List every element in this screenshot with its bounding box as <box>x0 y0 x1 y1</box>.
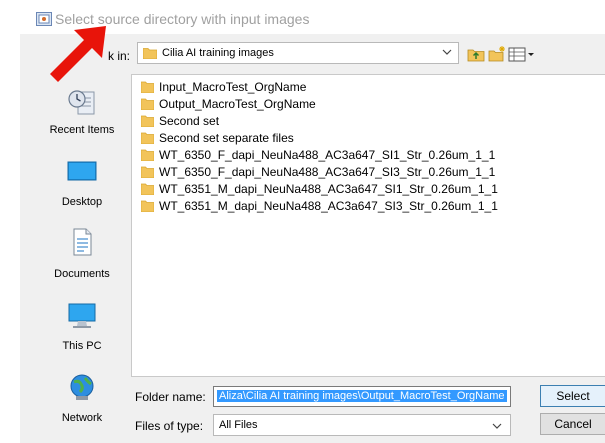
place-label: Recent Items <box>49 124 115 136</box>
documents-icon <box>73 228 92 256</box>
desktop-icon <box>67 161 97 181</box>
folder-name-label: Folder name: <box>135 390 206 404</box>
folder-icon <box>141 98 154 110</box>
new-folder-icon[interactable] <box>488 44 506 64</box>
folder-icon <box>141 115 154 127</box>
red-arrow-annotation <box>50 26 106 82</box>
select-button[interactable]: Select <box>540 385 605 407</box>
chevron-down-icon <box>492 423 502 429</box>
file-name: Second set separate files <box>159 131 294 145</box>
places-bar: Recent Items Desktop Documents This PC N… <box>38 76 126 430</box>
folder-icon <box>141 149 154 161</box>
up-folder-icon[interactable] <box>467 44 485 64</box>
chevron-down-icon <box>442 49 452 55</box>
place-documents[interactable]: Documents <box>38 220 126 290</box>
file-name: Input_MacroTest_OrgName <box>159 80 307 94</box>
computer-icon <box>68 303 96 328</box>
folder-icon <box>143 48 157 59</box>
file-name: WT_6350_F_dapi_NeuNa488_AC3a647_SI3_Str_… <box>159 165 496 179</box>
look-in-combo[interactable]: Cilia AI training images <box>137 42 459 64</box>
recent-items-icon <box>68 90 95 115</box>
folder-name-value: Aliza\Cilia AI training images\Output_Ma… <box>217 390 507 402</box>
place-label: This PC <box>62 340 102 352</box>
file-name: WT_6351_M_dapi_NeuNa488_AC3a647_SI1_Str_… <box>159 182 498 196</box>
folder-icon <box>141 166 154 178</box>
folder-icon <box>141 200 154 212</box>
look-in-value: Cilia AI training images <box>162 47 274 59</box>
folder-icon <box>141 183 154 195</box>
place-label: Desktop <box>61 196 103 208</box>
place-this-pc[interactable]: This PC <box>38 292 126 362</box>
folder-name-input[interactable]: Aliza\Cilia AI training images\Output_Ma… <box>213 386 511 407</box>
place-label: Network <box>61 412 103 424</box>
place-network[interactable]: Network <box>38 364 126 434</box>
file-name: WT_6351_M_dapi_NeuNa488_AC3a647_SI3_Str_… <box>159 199 498 213</box>
file-list[interactable]: Input_MacroTest_OrgName Output_MacroTest… <box>131 74 605 377</box>
network-icon <box>70 374 94 400</box>
file-name: Second set <box>159 114 220 128</box>
folder-icon <box>141 132 154 144</box>
place-label: Documents <box>54 268 110 280</box>
file-name: Output_MacroTest_OrgName <box>159 97 316 111</box>
files-of-type-value: All Files <box>219 419 258 431</box>
place-desktop[interactable]: Desktop <box>38 148 126 218</box>
folder-icon <box>141 81 154 93</box>
file-name: WT_6350_F_dapi_NeuNa488_AC3a647_SI1_Str_… <box>159 148 496 162</box>
files-of-type-label: Files of type: <box>135 419 204 433</box>
files-of-type-combo[interactable]: All Files <box>213 414 511 436</box>
cancel-button[interactable]: Cancel <box>540 413 605 435</box>
view-menu-icon[interactable] <box>508 44 536 64</box>
